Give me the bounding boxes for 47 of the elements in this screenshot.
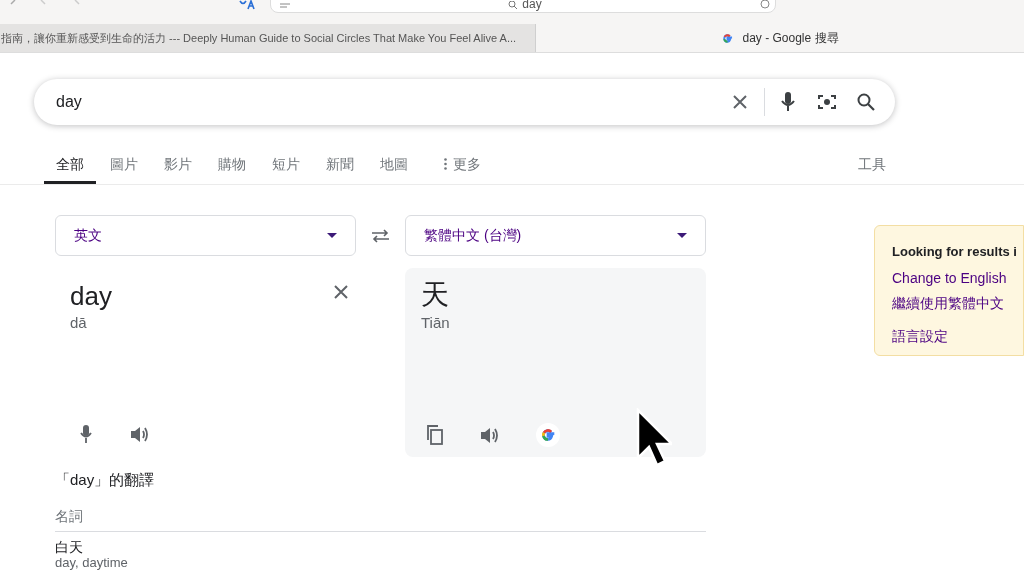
- google-logo-icon[interactable]: [536, 423, 560, 447]
- search-tab[interactable]: 新聞: [314, 151, 366, 184]
- language-link[interactable]: 繼續使用繁體中文: [892, 292, 1004, 314]
- browser-tab[interactable]: 指南，讓你重新感受到生命的活力 --- Deeply Human Guide to Social Circles That Make You Feel Alive A...: [0, 24, 536, 52]
- search-query: day: [56, 92, 83, 112]
- google-logo-icon: [721, 31, 735, 45]
- language-link[interactable]: Change to English: [892, 267, 1007, 289]
- translated-phonetic: Tiān: [421, 313, 451, 333]
- translate-icon[interactable]: [238, 0, 256, 10]
- speaker-icon[interactable]: [130, 425, 150, 443]
- clear-icon[interactable]: [334, 285, 348, 299]
- camera-icon[interactable]: [817, 93, 837, 111]
- search-box[interactable]: day: [34, 79, 895, 125]
- source-text: day: [70, 280, 113, 312]
- dropdown-caret-icon: [677, 233, 687, 238]
- more-icon: [444, 158, 447, 170]
- part-of-speech: 名詞: [55, 505, 706, 532]
- reader-icon: [279, 2, 291, 10]
- microphone-icon[interactable]: [781, 92, 795, 112]
- language-settings-link[interactable]: 語言設定: [892, 325, 948, 347]
- more-tab[interactable]: 更多: [444, 151, 481, 184]
- translation-glosses: day, daytime: [55, 555, 129, 570]
- copy-icon[interactable]: [426, 425, 444, 445]
- search-icon: [508, 1, 519, 10]
- source-phonetic: dā: [70, 313, 88, 333]
- dropdown-caret-icon: [327, 233, 337, 238]
- clear-icon[interactable]: [732, 94, 748, 110]
- speaker-icon[interactable]: [480, 426, 500, 444]
- translated-text: 天: [421, 278, 450, 312]
- target-language-select[interactable]: 繁體中文 (台灣): [405, 215, 706, 256]
- notice-title: Looking for results i: [892, 243, 1018, 261]
- swap-icon[interactable]: [371, 228, 390, 243]
- translation-term: 白天: [55, 537, 84, 556]
- search-tab[interactable]: 地圖: [368, 151, 420, 184]
- search-icon[interactable]: [857, 93, 875, 111]
- source-language-select[interactable]: 英文: [55, 215, 356, 256]
- address-text: day: [522, 0, 542, 10]
- tools-tab[interactable]: 工具: [858, 151, 886, 175]
- search-tab[interactable]: 圖片: [98, 151, 150, 184]
- search-tab[interactable]: 影片: [152, 151, 204, 184]
- search-tab[interactable]: 全部: [44, 151, 96, 184]
- search-tab[interactable]: 購物: [206, 151, 258, 184]
- reload-icon[interactable]: [759, 0, 771, 10]
- microphone-icon[interactable]: [80, 425, 92, 443]
- translations-heading: 「day」的翻譯: [55, 470, 156, 490]
- address-bar[interactable]: day: [270, 0, 776, 13]
- search-tab[interactable]: 短片: [260, 151, 312, 184]
